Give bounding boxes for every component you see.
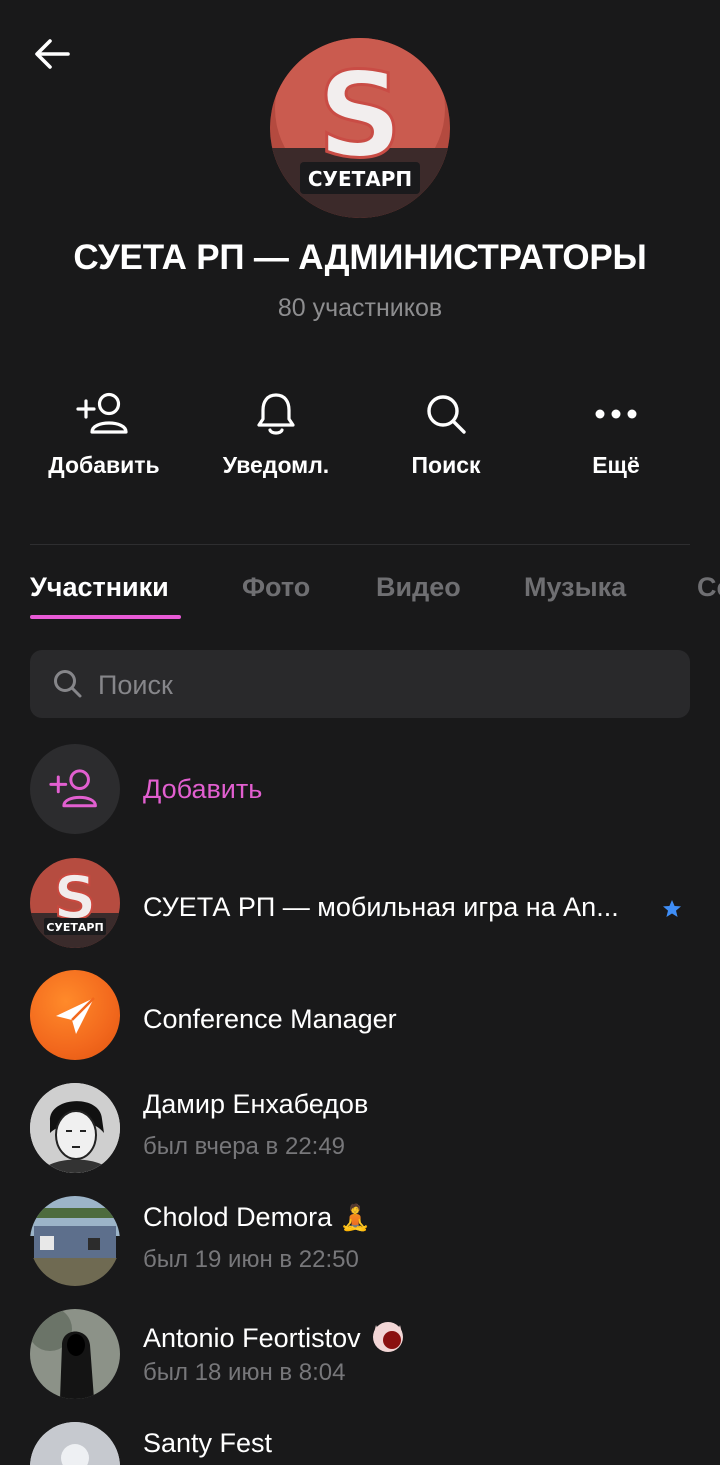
tab-videos[interactable]: Видео	[376, 572, 461, 603]
member-row[interactable]: Conference Manager	[0, 970, 720, 1062]
group-avatar[interactable]: S СУЕТАРП	[270, 38, 450, 218]
bell-icon	[257, 393, 295, 435]
more-icon	[595, 409, 637, 419]
member-status: был вчера в 22:49	[143, 1133, 346, 1160]
member-name: Santy Fest	[143, 1428, 273, 1458]
action-more-button[interactable]: Ещё	[531, 388, 701, 479]
member-row[interactable]: Santy Fest	[0, 1422, 720, 1465]
add-user-icon	[76, 392, 128, 434]
search-icon	[427, 395, 466, 434]
divider	[30, 544, 690, 545]
group-title: СУЕТА РП — АДМИНИСТРАТОРЫ	[73, 238, 647, 277]
member-row[interactable]: Antonio Feortistov был 18 июн в 8:04	[0, 1309, 720, 1401]
tab-members[interactable]: Участники	[30, 572, 169, 603]
avatar	[30, 1196, 120, 1286]
star-icon	[663, 900, 681, 917]
members-search[interactable]	[30, 650, 690, 720]
group-avatar-text: СУЕТАРП	[308, 167, 412, 191]
sticker-icon	[373, 1322, 404, 1352]
tab-music[interactable]: Музыка	[524, 572, 626, 603]
member-status: был 18 июн в 8:04	[143, 1359, 346, 1386]
avatar	[30, 970, 120, 1060]
back-button[interactable]	[28, 30, 76, 78]
add-member-row[interactable]: Добавить	[0, 744, 720, 836]
avatar	[30, 1422, 120, 1465]
add-member-avatar	[30, 744, 120, 834]
action-search-button[interactable]: Поиск	[361, 388, 531, 479]
action-notifications-label: Уведомл.	[222, 452, 330, 478]
avatar	[30, 1309, 120, 1399]
add-member-label: Добавить	[143, 774, 263, 804]
search-icon	[54, 670, 82, 698]
member-name: Cholod Demora	[143, 1202, 333, 1232]
paper-plane-icon	[56, 997, 95, 1034]
member-avatar-text: СУЕТАРП	[46, 921, 103, 934]
active-tab-indicator	[30, 615, 181, 619]
tab-photos[interactable]: Фото	[242, 572, 310, 603]
search-input[interactable]	[96, 650, 680, 720]
member-row[interactable]: Дамир Енхабедов был вчера в 22:49	[0, 1083, 720, 1175]
avatar: S СУЕТАРП	[30, 858, 120, 948]
tab-more-cut[interactable]: Co	[697, 572, 720, 603]
arrow-left-icon	[35, 39, 70, 69]
action-search-label: Поиск	[411, 452, 481, 478]
action-add-label: Добавить	[48, 452, 160, 478]
action-add-button[interactable]: Добавить	[19, 388, 189, 479]
member-row[interactable]: Cholod Demora 🧘 был 19 июн в 22:50	[0, 1196, 720, 1288]
member-row[interactable]: S СУЕТАРП СУЕТА РП — мобильная игра на A…	[0, 858, 720, 950]
member-name: СУЕТА РП — мобильная игра на An...	[143, 892, 619, 922]
avatar	[30, 1083, 120, 1173]
member-name: Antonio Feortistov	[143, 1323, 361, 1353]
members-count: 80 участников	[277, 294, 443, 322]
member-name: Conference Manager	[143, 1004, 397, 1034]
member-status: был 19 июн в 22:50	[143, 1246, 359, 1273]
add-user-icon	[49, 769, 97, 808]
action-more-label: Ещё	[592, 452, 640, 478]
action-notifications-button[interactable]: Уведомл.	[191, 388, 361, 479]
member-name: Дамир Енхабедов	[143, 1089, 369, 1119]
member-emoji: 🧘	[339, 1204, 371, 1232]
